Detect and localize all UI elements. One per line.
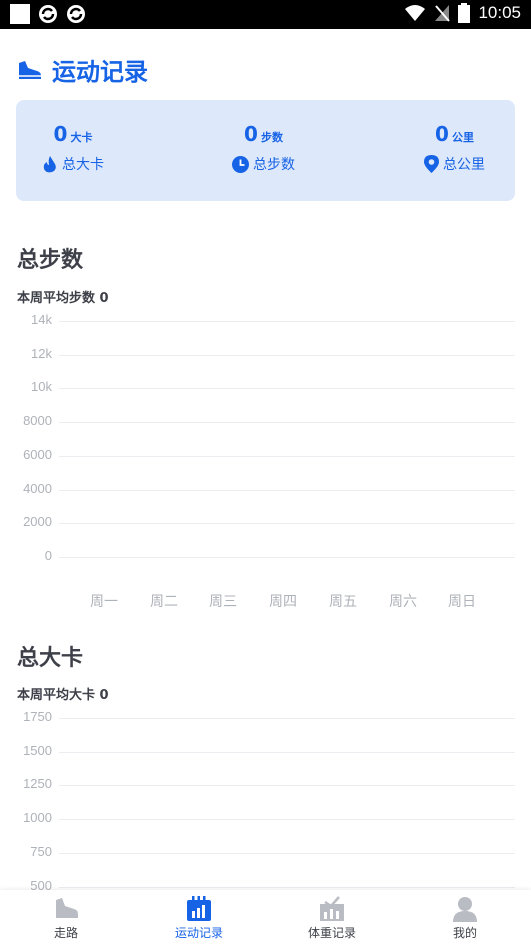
flame-icon bbox=[43, 155, 56, 172]
tab-mine[interactable]: 我的 bbox=[399, 890, 531, 944]
gridline bbox=[59, 489, 515, 491]
gridline bbox=[59, 523, 515, 525]
y-tick-label: 1000 bbox=[23, 810, 52, 826]
stat-steps: 0 步数 总步数 bbox=[232, 122, 295, 174]
wifi-icon bbox=[405, 5, 426, 21]
gridline bbox=[59, 354, 515, 356]
steps-weekly-average: 本周平均步数 0 bbox=[17, 291, 109, 306]
steps-section-title: 总步数 bbox=[17, 248, 84, 273]
weight-chart-icon bbox=[320, 896, 344, 921]
tab-label: 我的 bbox=[452, 926, 477, 940]
shoe-icon bbox=[19, 60, 41, 79]
tab-label: 走路 bbox=[53, 926, 78, 940]
bottom-tab-bar: 走路 运动记录 体重记录 我的 bbox=[0, 890, 531, 944]
y-tick-label: 10k bbox=[31, 379, 52, 395]
stat-calories: 0 大卡 总大卡 bbox=[42, 122, 104, 174]
sync-icon bbox=[39, 5, 57, 23]
stat-value: 0 bbox=[244, 122, 258, 146]
stat-label: 总公里 bbox=[443, 157, 485, 173]
x-tick-label: 周四 bbox=[269, 594, 297, 610]
y-tick-label: 1250 bbox=[23, 776, 52, 792]
x-tick-label: 周一 bbox=[90, 594, 118, 610]
y-tick-label: 8000 bbox=[23, 413, 52, 429]
clock-icon bbox=[232, 155, 249, 173]
gridline bbox=[59, 455, 515, 457]
stat-label: 总大卡 bbox=[62, 157, 104, 173]
notification-square-icon bbox=[10, 4, 30, 24]
stat-unit: 步数 bbox=[260, 131, 283, 144]
tab-label: 运动记录 bbox=[174, 926, 223, 940]
no-signal-icon bbox=[435, 5, 451, 22]
status-bar: 10:05 bbox=[0, 0, 531, 29]
shoe-icon bbox=[56, 898, 78, 918]
y-tick-label: 1500 bbox=[23, 742, 52, 758]
tab-exercise-records[interactable]: 运动记录 bbox=[133, 890, 265, 944]
page-title: 运动记录 bbox=[52, 58, 148, 86]
stat-unit: 大卡 bbox=[70, 131, 93, 144]
stat-label: 总步数 bbox=[253, 157, 295, 173]
stat-distance: 0 公里 总公里 bbox=[424, 122, 485, 174]
gridline bbox=[59, 819, 515, 821]
page-header: 运动记录 bbox=[16, 52, 148, 87]
gridline bbox=[59, 321, 515, 322]
gridline bbox=[59, 751, 515, 753]
tab-label: 体重记录 bbox=[307, 926, 356, 940]
y-tick-label: 12k bbox=[31, 345, 52, 361]
x-tick-label: 周六 bbox=[389, 594, 417, 610]
tab-walk[interactable]: 走路 bbox=[0, 890, 132, 944]
tab-weight-records[interactable]: 体重记录 bbox=[266, 890, 398, 944]
calendar-chart-icon bbox=[187, 896, 211, 921]
y-tick-label: 4000 bbox=[23, 480, 52, 496]
gridline bbox=[59, 422, 515, 424]
x-tick-label: 周日 bbox=[448, 594, 476, 610]
x-tick-label: 周三 bbox=[209, 594, 237, 610]
gridline bbox=[59, 886, 515, 888]
y-tick-label: 1750 bbox=[23, 709, 52, 724]
y-tick-label: 0 bbox=[44, 547, 52, 563]
clock-time: 10:05 bbox=[478, 3, 521, 22]
stat-value: 0 bbox=[435, 122, 449, 146]
stat-unit: 公里 bbox=[451, 131, 474, 144]
y-tick-label: 14k bbox=[31, 312, 52, 327]
sync-icon bbox=[67, 5, 85, 23]
y-tick-label: 6000 bbox=[23, 446, 52, 462]
gridline bbox=[59, 718, 515, 719]
calories-section-title: 总大卡 bbox=[17, 646, 84, 671]
gridline bbox=[59, 852, 515, 854]
gridline bbox=[59, 388, 515, 390]
gridline bbox=[59, 785, 515, 787]
calories-weekly-average: 本周平均大卡 0 bbox=[17, 688, 109, 703]
location-pin-icon bbox=[424, 155, 439, 173]
stats-card: 0 大卡 总大卡 0 步数 总步数 0 公里 总公里 bbox=[16, 100, 515, 201]
stat-value: 0 bbox=[53, 122, 68, 146]
y-tick-label: 2000 bbox=[23, 514, 52, 530]
gridline bbox=[59, 556, 515, 558]
x-tick-label: 周二 bbox=[150, 594, 178, 610]
battery-icon bbox=[458, 3, 471, 23]
x-tick-label: 周五 bbox=[329, 594, 357, 610]
y-tick-label: 750 bbox=[30, 843, 52, 859]
user-icon bbox=[453, 897, 477, 922]
